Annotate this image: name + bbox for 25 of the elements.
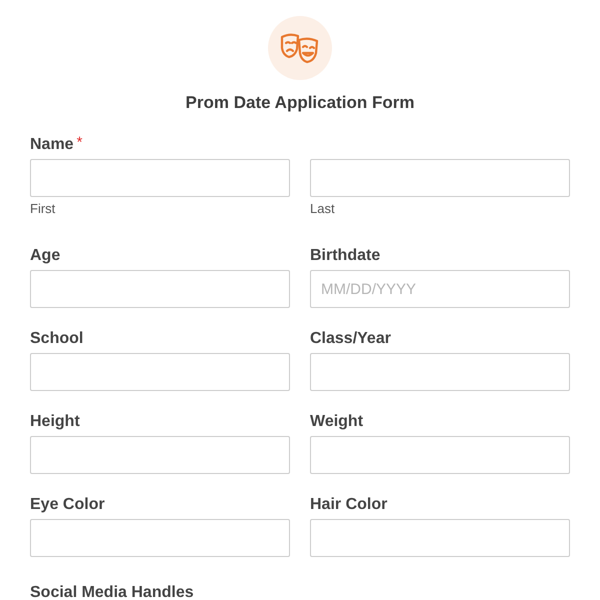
text-input[interactable]	[310, 436, 570, 474]
field-label: Birthdate	[310, 246, 380, 266]
sublabel: Last	[310, 201, 336, 216]
text-input[interactable]	[310, 159, 570, 197]
field-label: Class/Year	[310, 329, 391, 349]
text-input[interactable]	[310, 353, 570, 391]
text-input[interactable]	[30, 436, 290, 474]
theater-masks-icon	[268, 16, 332, 80]
text-input[interactable]: MM/DD/YYYY	[310, 270, 570, 308]
text-input[interactable]	[310, 519, 570, 557]
field-label: Name	[30, 135, 74, 155]
section-label: Social Media Handles	[30, 583, 195, 600]
text-input[interactable]	[30, 519, 290, 557]
field-label: Height	[30, 412, 80, 432]
text-input[interactable]	[30, 159, 290, 197]
field-label: Weight	[310, 412, 364, 432]
text-input[interactable]	[30, 270, 290, 308]
sublabel: First	[30, 201, 56, 216]
form-title: Prom Date Application Form	[184, 93, 416, 113]
text-input[interactable]	[30, 353, 290, 391]
field-label: Eye Color	[30, 495, 105, 515]
field-label: School	[30, 329, 84, 349]
required-asterisk: *	[76, 135, 82, 151]
field-label: Age	[30, 246, 60, 266]
field-label: Hair Color	[310, 495, 388, 515]
